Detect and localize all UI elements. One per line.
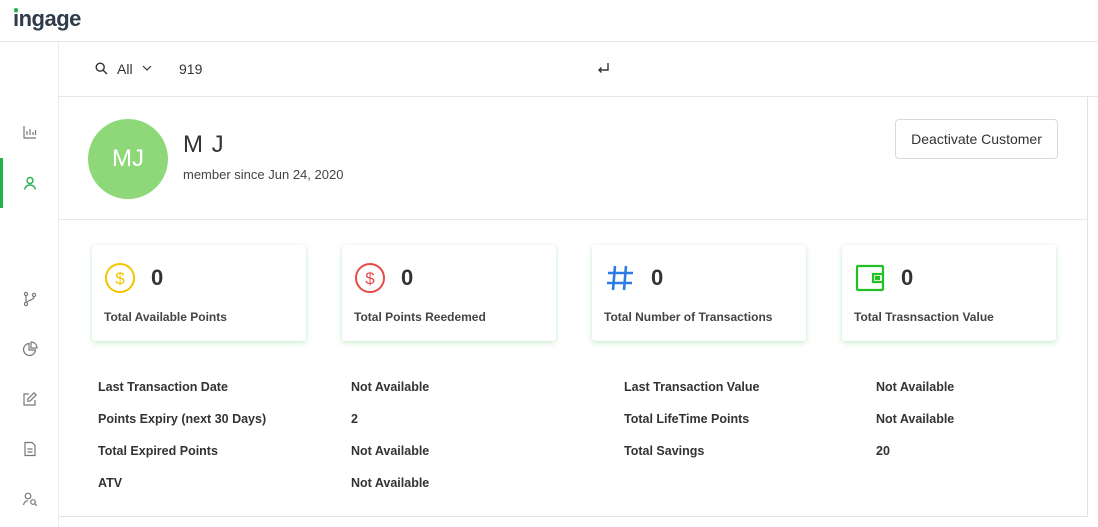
bar-chart-icon [22,126,36,139]
stat-card-transactions: 0 Total Number of Transactions [592,245,806,341]
detail-label-last-transaction-date: Last Transaction Date [98,380,228,394]
dollar-circle-icon: $ [105,263,135,293]
detail-label-points-expiry: Points Expiry (next 30 Days) [98,412,267,426]
pie-chart-icon [22,341,38,357]
document-icon [23,441,36,457]
detail-value-atv: Not Available [351,476,430,490]
card-value: 0 [901,265,914,290]
card-label: Total Trasnsaction Value [854,310,994,324]
member-since: member since Jun 24, 2020 [183,167,344,182]
search-icon[interactable] [95,62,108,75]
search-input[interactable] [179,56,599,82]
sidebar-item-customers[interactable] [0,158,59,208]
svg-text:$: $ [115,269,125,288]
divider [59,219,1088,220]
enter-icon[interactable] [597,61,611,75]
detail-label-last-transaction-value: Last Transaction Value [624,380,760,394]
detail-value-total-savings: 20 [876,444,890,458]
card-value: 0 [401,265,414,290]
detail-label-total-lifetime-points: Total LifeTime Points [624,412,750,426]
detail-label-total-savings: Total Savings [624,444,705,458]
sidebar-item-analytics[interactable] [0,107,59,157]
avatar: MJ [88,119,168,199]
search-scope-select[interactable]: All [117,61,133,77]
deactivate-customer-button[interactable]: Deactivate Customer [895,119,1058,159]
stat-card-transaction-value: 0 Total Trasnsaction Value [842,245,1056,341]
stat-card-available-points: $ 0 Total Available Points [92,245,306,341]
customer-profile-panel: MJ M J member since Jun 24, 2020 Deactiv… [59,97,1088,517]
sidebar-item-edit[interactable] [0,374,59,424]
sidebar-nav [0,42,59,527]
card-label: Total Available Points [104,310,227,324]
detail-value-total-lifetime-points: Not Available [876,412,955,426]
users-icon [22,492,37,507]
scroll-edge [1088,97,1098,527]
card-value: 0 [651,265,664,290]
detail-label-total-expired-points: Total Expired Points [98,444,218,458]
detail-value-last-transaction-value: Not Available [876,380,955,394]
logo-accent-dot [14,8,18,12]
detail-value-points-expiry: 2 [351,412,358,426]
branch-icon [23,291,36,307]
sidebar-item-reports[interactable] [0,324,59,374]
sidebar-item-flows[interactable] [0,274,59,324]
card-value: 0 [151,265,164,290]
customer-name: M J [183,131,225,158]
svg-text:$: $ [365,269,375,288]
stat-card-points-redeemed: $ 0 Total Points Reedemed [342,245,556,341]
hash-icon [607,265,633,291]
detail-value-total-expired-points: Not Available [351,444,430,458]
detail-label-atv: ATV [98,476,123,490]
dollar-circle-icon: $ [355,263,385,293]
card-label: Total Points Reedemed [354,310,486,324]
app-logo[interactable]: ingage [13,6,81,32]
edit-icon [22,391,37,406]
search-bar: All [59,42,1098,97]
detail-value-last-transaction-date: Not Available [351,380,430,394]
top-bar: ingage [0,0,1098,42]
sidebar-item-users[interactable] [0,474,59,524]
chevron-down-icon[interactable] [142,64,152,72]
wallet-icon [855,264,885,292]
card-label: Total Number of Transactions [604,310,773,324]
sidebar-item-documents[interactable] [0,424,59,474]
user-icon [23,176,36,190]
